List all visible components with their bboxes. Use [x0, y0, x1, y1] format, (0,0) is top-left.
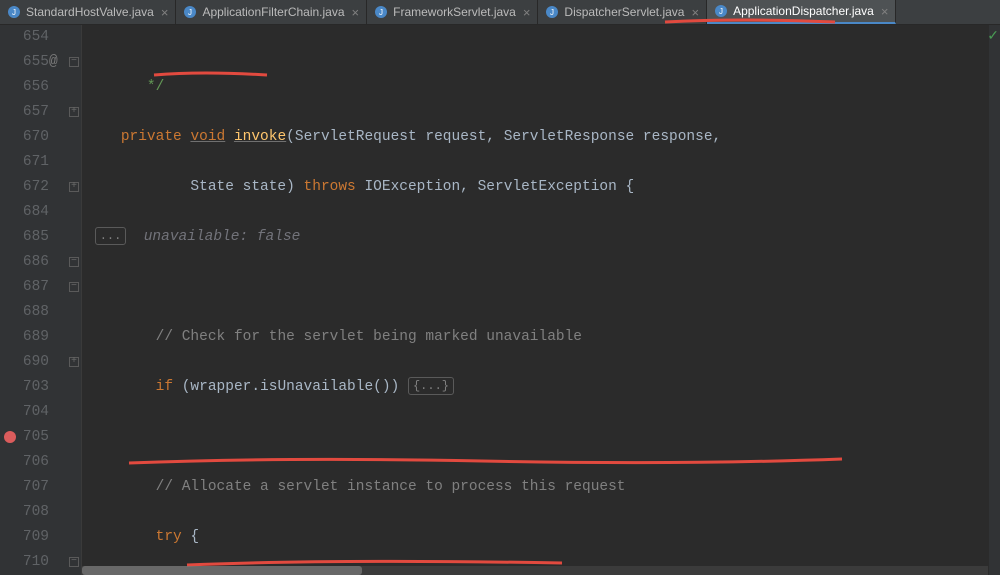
- fold-expand-icon[interactable]: +: [69, 182, 79, 192]
- line-number[interactable]: 684: [0, 200, 49, 225]
- code-line[interactable]: // Check for the servlet being marked un…: [82, 325, 989, 350]
- tab-label: StandardHostValve.java: [26, 5, 154, 19]
- code-line[interactable]: [82, 425, 989, 450]
- line-number[interactable]: 688: [0, 300, 49, 325]
- java-file-icon: J: [7, 5, 21, 19]
- tab-label: FrameworkServlet.java: [393, 5, 516, 19]
- code-text: IOException, ServletException {: [356, 179, 634, 195]
- line-number[interactable]: 670: [0, 125, 49, 150]
- svg-text:J: J: [12, 8, 16, 17]
- line-number[interactable]: 671: [0, 150, 49, 175]
- line-number[interactable]: 657: [0, 100, 49, 125]
- inlay-hint: unavailable: false: [144, 229, 301, 245]
- javadoc-close: */: [147, 79, 164, 95]
- marker-strip[interactable]: ✓: [989, 25, 1000, 575]
- annotation-mark: [129, 459, 842, 463]
- close-icon[interactable]: ×: [161, 5, 169, 20]
- line-number[interactable]: 703: [0, 375, 49, 400]
- line-number[interactable]: 704: [0, 400, 49, 425]
- fold-collapse-icon[interactable]: −: [69, 257, 79, 267]
- code-line[interactable]: State state) throws IOException, Servlet…: [82, 175, 989, 200]
- scrollbar-thumb[interactable]: [82, 566, 362, 575]
- tab-label: DispatcherServlet.java: [564, 5, 684, 19]
- svg-text:J: J: [379, 8, 383, 17]
- line-number[interactable]: 710: [0, 550, 49, 575]
- fold-marker[interactable]: ...: [95, 227, 127, 245]
- line-number[interactable]: 672: [0, 175, 49, 200]
- keyword-void: void: [190, 129, 225, 145]
- line-number[interactable]: 705: [0, 425, 49, 450]
- close-icon[interactable]: ×: [523, 5, 531, 20]
- code-line[interactable]: ... unavailable: false: [82, 225, 989, 250]
- fold-collapse-icon[interactable]: −: [69, 57, 79, 67]
- line-number[interactable]: 654: [0, 25, 49, 50]
- fold-expand-icon[interactable]: +: [69, 357, 79, 367]
- fold-collapse-icon[interactable]: −: [69, 282, 79, 292]
- editor-tab[interactable]: J DispatcherServlet.java ×: [538, 0, 707, 24]
- code-line[interactable]: [82, 275, 989, 300]
- inspection-ok-icon: ✓: [987, 28, 999, 45]
- tab-label: ApplicationDispatcher.java: [733, 4, 874, 18]
- keyword-try: try: [156, 529, 182, 545]
- line-number[interactable]: 706: [0, 450, 49, 475]
- close-icon[interactable]: ×: [881, 4, 889, 19]
- java-file-icon: J: [545, 5, 559, 19]
- close-icon[interactable]: ×: [691, 5, 699, 20]
- comment: // Check for the servlet being marked un…: [156, 329, 582, 345]
- line-number[interactable]: 686: [0, 250, 49, 275]
- breakpoint-icon[interactable]: [4, 431, 16, 443]
- horizontal-scrollbar[interactable]: [82, 566, 988, 575]
- comment: // Allocate a servlet instance to proces…: [156, 479, 626, 495]
- code-line[interactable]: if (wrapper.isUnavailable()) {...}: [82, 375, 989, 400]
- editor-area: 654655@656657670671672684685686687688689…: [0, 25, 1000, 575]
- line-number[interactable]: 656: [0, 75, 49, 100]
- code-text: State state): [86, 179, 304, 195]
- editor-tab[interactable]: J ApplicationDispatcher.java ×: [707, 0, 896, 24]
- java-file-icon: J: [374, 5, 388, 19]
- line-number[interactable]: 687: [0, 275, 49, 300]
- code-text: (ServletRequest request, ServletResponse…: [286, 129, 721, 145]
- line-number[interactable]: 690: [0, 350, 49, 375]
- code-line[interactable]: */: [82, 75, 989, 100]
- svg-text:J: J: [188, 8, 192, 17]
- annotation-mark: [187, 561, 562, 565]
- java-file-icon: J: [714, 4, 728, 18]
- code-line[interactable]: private void invoke(ServletRequest reque…: [82, 125, 989, 150]
- override-marker-icon[interactable]: @: [49, 50, 58, 75]
- keyword-if: if: [156, 379, 173, 395]
- editor-tab[interactable]: J FrameworkServlet.java ×: [367, 0, 538, 24]
- line-number[interactable]: 685: [0, 225, 49, 250]
- code-text: {: [182, 529, 199, 545]
- java-file-icon: J: [183, 5, 197, 19]
- editor-tabs: J StandardHostValve.java × J ApplicationFilt…: [0, 0, 1000, 25]
- line-number[interactable]: 709: [0, 525, 49, 550]
- line-number-gutter: 654655@656657670671672684685686687688689…: [0, 25, 67, 575]
- method-name-invoke: invoke: [234, 129, 286, 145]
- editor-tab[interactable]: J StandardHostValve.java ×: [0, 0, 176, 24]
- line-number[interactable]: 707: [0, 475, 49, 500]
- line-number[interactable]: 689: [0, 325, 49, 350]
- fold-expand-icon[interactable]: +: [69, 107, 79, 117]
- fold-collapse-icon[interactable]: −: [69, 557, 79, 567]
- editor-tab[interactable]: J ApplicationFilterChain.java ×: [176, 0, 367, 24]
- code-area[interactable]: */ private void invoke(ServletRequest re…: [82, 25, 989, 575]
- keyword-private: private: [121, 129, 182, 145]
- keyword-throws: throws: [304, 179, 356, 195]
- svg-text:J: J: [719, 7, 723, 16]
- line-number[interactable]: 655@: [0, 50, 49, 75]
- code-line[interactable]: // Allocate a servlet instance to proces…: [82, 475, 989, 500]
- line-number[interactable]: 708: [0, 500, 49, 525]
- fold-marker[interactable]: {...}: [408, 377, 454, 395]
- close-icon[interactable]: ×: [352, 5, 360, 20]
- svg-text:J: J: [550, 8, 554, 17]
- fold-gutter: −++−−+−−: [67, 25, 82, 575]
- code-line[interactable]: try {: [82, 525, 989, 550]
- code-text: (wrapper.isUnavailable()): [173, 379, 408, 395]
- tab-label: ApplicationFilterChain.java: [202, 5, 344, 19]
